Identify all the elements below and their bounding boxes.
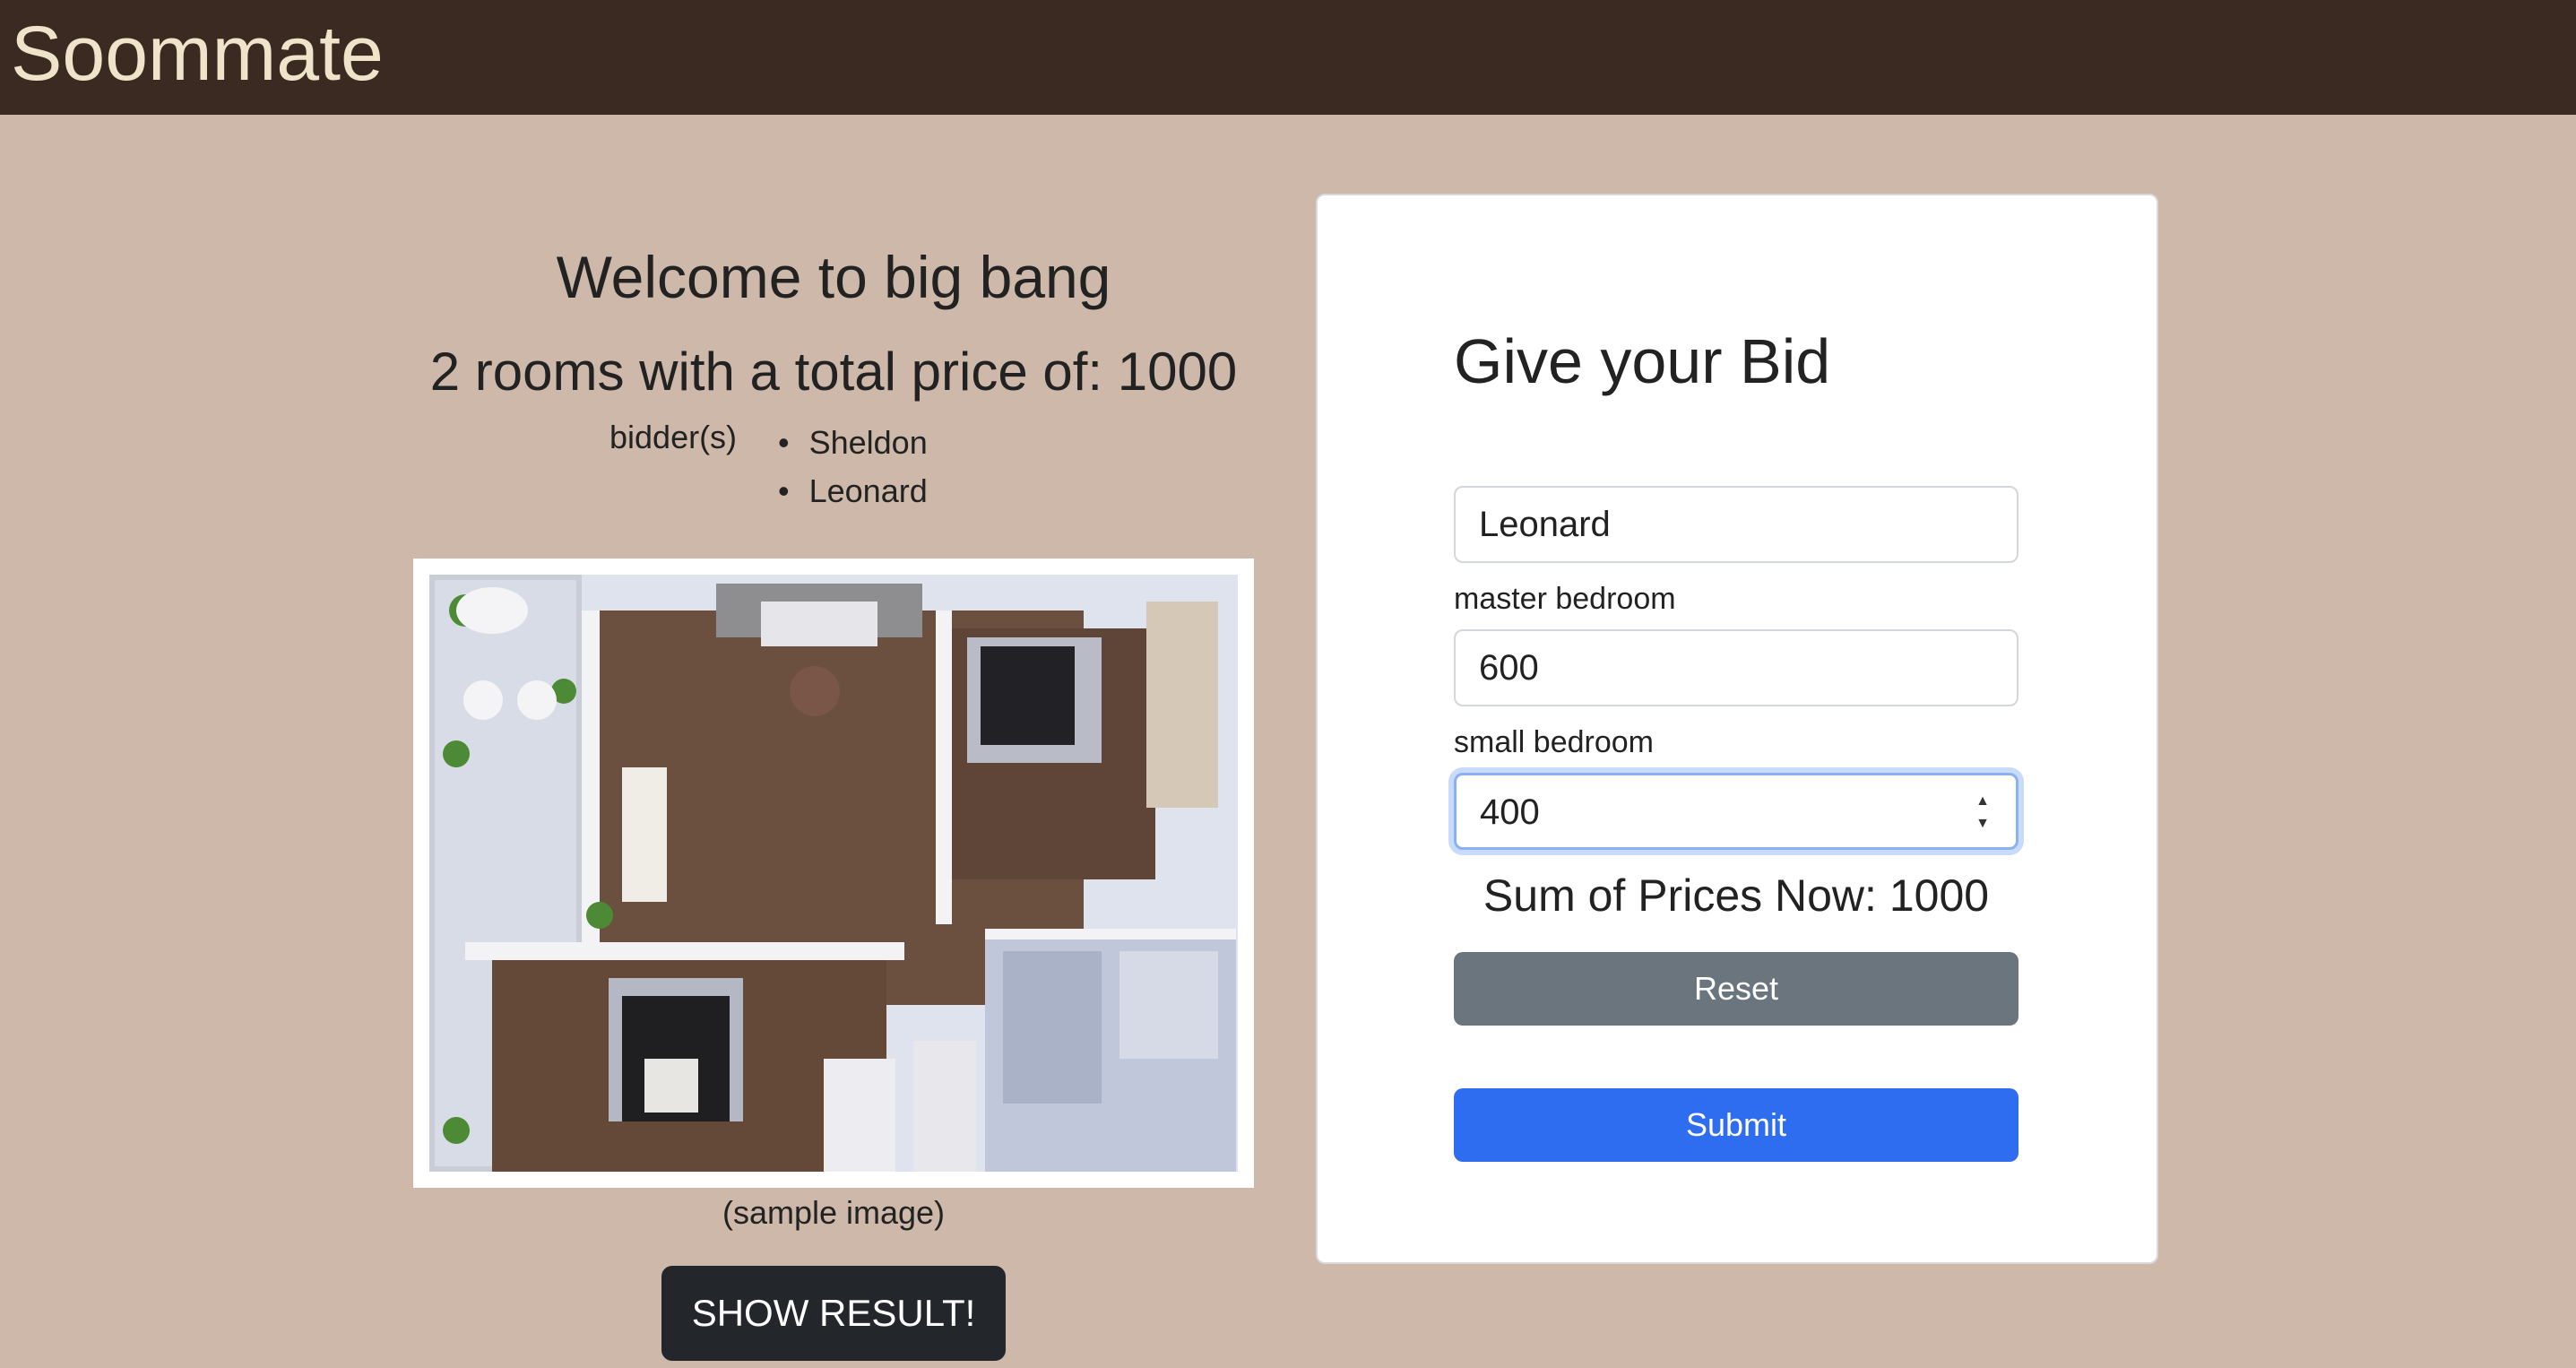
- number-spinner[interactable]: ▲ ▼: [1971, 790, 1994, 835]
- image-caption: (sample image): [722, 1194, 946, 1231]
- sum-of-prices: Sum of Prices Now: 1000: [1482, 870, 1990, 921]
- navbar: Soommate: [0, 0, 2576, 115]
- small-bedroom-price-input[interactable]: 400 ▲ ▼: [1454, 773, 2018, 850]
- spinner-up-icon[interactable]: ▲: [1971, 790, 1994, 812]
- bidder-item: Leonard: [778, 467, 928, 515]
- bidder-name-field[interactable]: Leonard: [1454, 486, 2018, 563]
- bid-card: Give your Bid Leonard master bedroom 600…: [1316, 194, 2158, 1264]
- room-info: Welcome to big bang 2 rooms with a total…: [376, 215, 1291, 517]
- small-bedroom-value: 400: [1480, 792, 1540, 832]
- floorplan-image: [413, 558, 1254, 1188]
- spinner-down-icon[interactable]: ▼: [1971, 812, 1994, 835]
- submit-button[interactable]: Submit: [1454, 1088, 2018, 1162]
- brand-logo[interactable]: Soommate: [11, 9, 384, 99]
- show-result-button[interactable]: SHOW RESULT!: [661, 1266, 1006, 1361]
- master-bedroom-price-input[interactable]: 600: [1454, 629, 2018, 706]
- reset-button[interactable]: Reset: [1454, 952, 2018, 1026]
- floorplan-drawing: [429, 575, 1238, 1172]
- bid-form-title: Give your Bid: [1454, 326, 1831, 396]
- rooms-summary: 2 rooms with a total price of: 1000: [429, 342, 1238, 403]
- bidder-item: Sheldon: [778, 419, 928, 467]
- bidders-list: bidder(s) Sheldon Leonard: [609, 419, 1058, 517]
- bidders-label: bidder(s): [609, 419, 738, 456]
- welcome-heading: Welcome to big bang: [556, 244, 1111, 310]
- master-bedroom-label: master bedroom: [1454, 582, 1676, 616]
- small-bedroom-label: small bedroom: [1454, 725, 1654, 759]
